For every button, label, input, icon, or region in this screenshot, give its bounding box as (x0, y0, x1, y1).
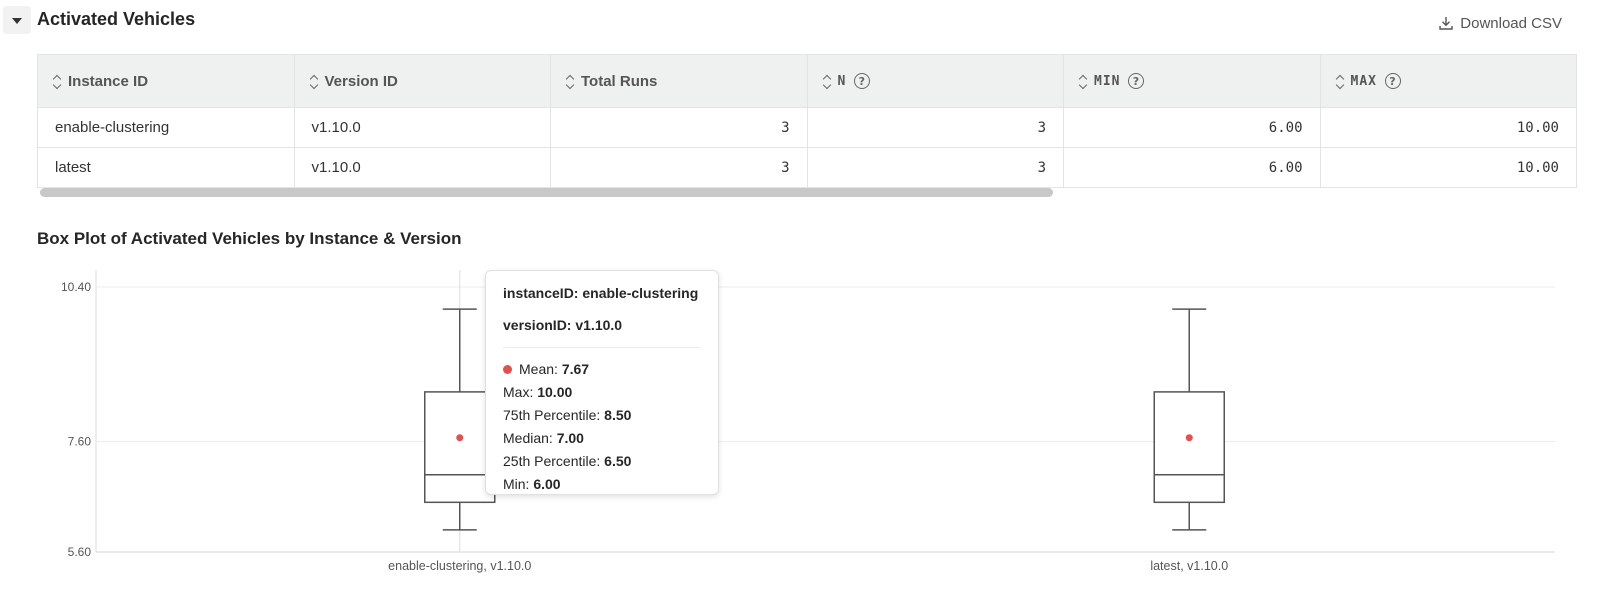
mean-dot-icon (503, 365, 512, 374)
mean-point (1185, 434, 1193, 442)
tooltip-row-mean: Mean: 7.67 (503, 358, 701, 381)
chart-tooltip: instanceID: enable-clustering versionID:… (485, 270, 719, 495)
tooltip-row-p25: 25th Percentile: 6.50 (503, 453, 632, 469)
y-tick-label: 7.60 (68, 435, 92, 449)
box-plot-chart: 5.60 7.60 10.40 enable-clustering, v1.10.0 l… (61, 270, 1555, 573)
tooltip-divider (503, 347, 701, 348)
tooltip-version: versionID: v1.10.0 (503, 317, 623, 333)
x-category-label: latest, v1.10.0 (1150, 559, 1228, 573)
tooltip-row-min: Min: 6.00 (503, 476, 561, 492)
x-category-label: enable-clustering, v1.10.0 (388, 559, 531, 573)
tooltip-row-median: Median: 7.00 (503, 430, 584, 446)
y-tick-label: 10.40 (61, 280, 91, 294)
mean-point (456, 434, 464, 442)
tooltip-row-max: Max: 10.00 (503, 384, 573, 400)
tooltip-instance: instanceID: enable-clustering (503, 285, 699, 301)
y-tick-label: 5.60 (68, 545, 92, 559)
iqr-box (1153, 391, 1225, 504)
tooltip-row-p75: 75th Percentile: 8.50 (503, 407, 632, 423)
